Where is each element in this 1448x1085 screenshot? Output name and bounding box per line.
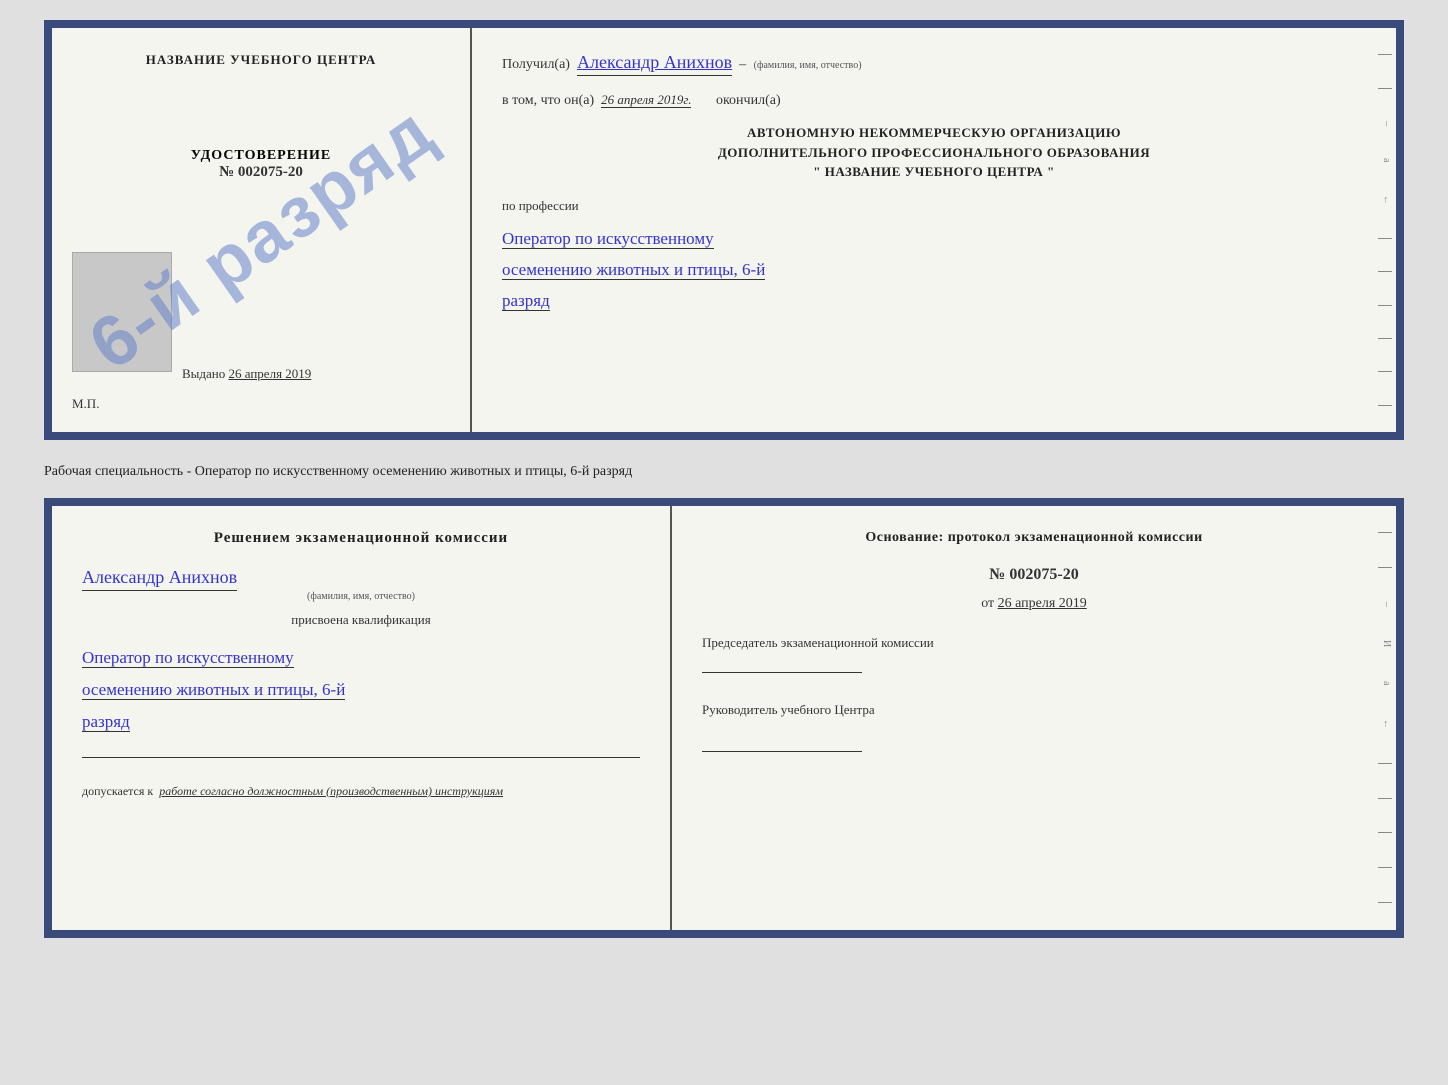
profession-text-2: осеменению животных и птицы, 6-й (502, 260, 765, 280)
profession-text-3: разряд (502, 291, 550, 311)
po-professii: по профессии (502, 198, 1366, 214)
name-subtitle: (фамилия, имя, отчество) (82, 591, 640, 602)
vydano-line: Выдано 26 апреля 2019 (182, 366, 311, 382)
cert-number: № 002075-20 (191, 164, 331, 181)
reshenie-title: Решением экзаменационной комиссии (82, 530, 640, 547)
profession-text: Оператор по искусственному (502, 229, 714, 249)
vtom-line: в том, что он(а) 26 апреля 2019г. окончи… (502, 92, 1366, 109)
predsedatel-signature-line (702, 672, 862, 673)
org-block: АВТОНОМНУЮ НЕКОММЕРЧЕСКУЮ ОРГАНИЗАЦИЮ ДО… (502, 123, 1366, 182)
cert-left-panel: НАЗВАНИЕ УЧЕБНОГО ЦЕНТРА 6-й разряд УДОС… (52, 28, 472, 432)
dopuskaetsya-value: работе согласно должностным (производств… (159, 784, 503, 798)
osnovanie-title: Основание: протокол экзаменационной коми… (702, 530, 1366, 546)
name-cursive: Александр Анихнов (82, 567, 237, 591)
vtom-date: 26 апреля 2019г. (601, 92, 691, 108)
poluchil-line: Получил(a) Александр Анихнов – (фамилия,… (502, 52, 1366, 76)
dopuskaetsya-line: допускается к работе согласно должностны… (82, 784, 640, 799)
certificate-bottom: Решением экзаменационной комиссии Алекса… (44, 498, 1404, 938)
cert-bottom-left: Решением экзаменационной комиссии Алекса… (52, 506, 672, 930)
protocol-number: № 002075-20 (702, 566, 1366, 584)
qualification-block: Оператор по искусственному осеменению жи… (82, 642, 640, 739)
protocol-date: от 26 апреля 2019 (702, 596, 1366, 612)
school-name-top: НАЗВАНИЕ УЧЕБНОГО ЦЕНТРА (146, 52, 377, 68)
rukovoditel-signature-line (702, 751, 862, 752)
qualification-text-3: разряд (82, 712, 130, 732)
predsedatel-title: Председатель экзаменационной комиссии (702, 634, 1366, 652)
certificate-top: НАЗВАНИЕ УЧЕБНОГО ЦЕНТРА 6-й разряд УДОС… (44, 20, 1404, 440)
cert-bottom-right: Основание: протокол экзаменационной коми… (672, 506, 1396, 930)
right-edge-decoration-bottom: – И а ← (1374, 506, 1396, 930)
qualification-text: Оператор по искусственному (82, 648, 294, 668)
predsedatel-block: Председатель экзаменационной комиссии (702, 634, 1366, 673)
right-edge-decoration: – а ← (1374, 28, 1396, 432)
poluchil-subtitle: (фамилия, имя, отчество) (754, 60, 862, 71)
poluchil-name: Александр Анихнов (577, 52, 732, 76)
name-block: Александр Анихнов (фамилия, имя, отчеств… (82, 557, 640, 602)
mp-label: М.П. (72, 396, 99, 412)
photo-placeholder (72, 252, 172, 372)
rukovoditel-title: Руководитель учебного Центра (702, 701, 1366, 719)
separator-text: Рабочая специальность - Оператор по иску… (44, 456, 1404, 482)
prisvoena-label: присвоена квалификация (82, 612, 640, 628)
udostoverenie-label: УДОСТОВЕРЕНИЕ (191, 148, 331, 164)
udostoverenie-block: УДОСТОВЕРЕНИЕ № 002075-20 (191, 148, 331, 181)
cert-right-panel: Получил(a) Александр Анихнов – (фамилия,… (472, 28, 1396, 432)
qualification-text-2: осеменению животных и птицы, 6-й (82, 680, 345, 700)
profession-block: Оператор по искусственному осеменению жи… (502, 224, 1366, 318)
